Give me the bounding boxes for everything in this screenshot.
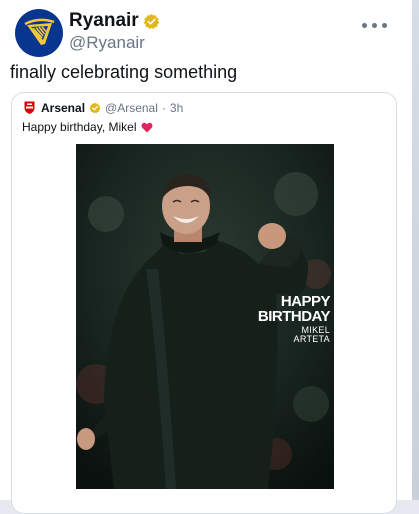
verified-badge-icon	[143, 13, 159, 29]
overlay-line-arteta: ARTETA	[293, 334, 330, 344]
quoted-tweet[interactable]: Arsenal @Arsenal · 3h Happy birthday, Mi…	[11, 92, 397, 514]
more-options-button[interactable]	[362, 23, 387, 28]
birthday-photo[interactable]: HAPPY BIRTHDAY MIKEL ARTETA	[76, 144, 334, 489]
arsenal-crest-icon[interactable]	[22, 100, 37, 115]
author-display-name[interactable]: Ryanair	[69, 10, 139, 32]
quoted-timestamp[interactable]: 3h	[170, 101, 183, 115]
ellipsis-dot-icon	[382, 23, 387, 28]
overlay-line-happy: HAPPY	[280, 293, 331, 310]
tweet-card: Ryanair @Ryanair finally celebrating som…	[0, 0, 412, 514]
quoted-text-row: Happy birthday, Mikel	[22, 120, 153, 134]
author-handle[interactable]: @Ryanair	[69, 33, 145, 53]
tweet-header: Ryanair @Ryanair	[15, 9, 405, 59]
separator-dot: ·	[161, 100, 166, 115]
window-edge	[412, 0, 419, 500]
quoted-text: Happy birthday, Mikel	[22, 120, 137, 134]
tweet-text: finally celebrating something	[10, 62, 238, 82]
ryanair-harp-logo-icon	[16, 10, 62, 56]
overlay-line-birthday: BIRTHDAY	[257, 308, 331, 325]
quoted-author-handle[interactable]: @Arsenal	[105, 101, 158, 115]
author-name-row: Ryanair	[69, 10, 160, 32]
quoted-header: Arsenal @Arsenal · 3h	[22, 100, 183, 115]
birthday-overlay-text: HAPPY BIRTHDAY MIKEL ARTETA	[257, 293, 331, 344]
ellipsis-dot-icon	[362, 23, 367, 28]
quoted-author-name[interactable]: Arsenal	[41, 101, 85, 115]
red-heart-icon	[141, 122, 152, 132]
ellipsis-dot-icon	[372, 23, 377, 28]
verified-badge-icon	[89, 102, 101, 113]
ryanair-avatar[interactable]	[15, 9, 63, 57]
